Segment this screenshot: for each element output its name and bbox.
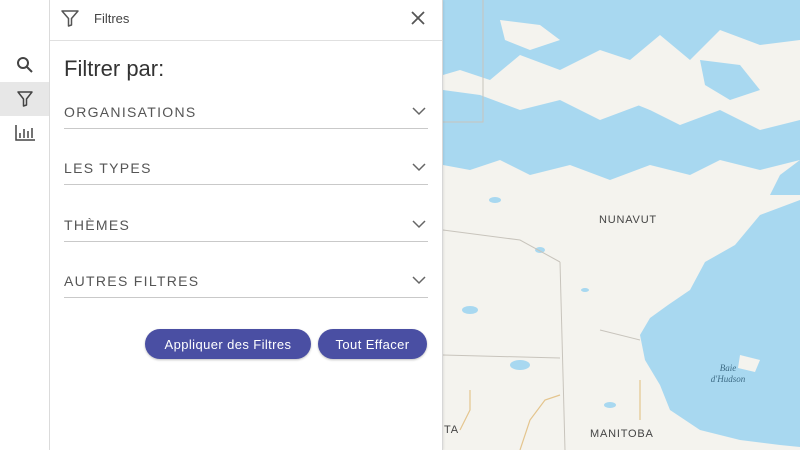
rail-chart-button[interactable] — [0, 116, 49, 150]
filter-heading: Filtrer par: — [64, 56, 165, 81]
map-label-manitoba: MANITOBA — [590, 428, 654, 440]
bar-chart-icon — [14, 125, 35, 141]
panel-title: Filtres — [94, 11, 130, 26]
search-icon — [16, 57, 33, 73]
chevron-down-icon — [412, 276, 426, 285]
accordion-label: THÈMES — [64, 217, 131, 233]
accordion-label: AUTRES FILTRES — [64, 273, 200, 289]
rail-search-button[interactable] — [0, 48, 49, 82]
rail-filter-button[interactable] — [0, 82, 49, 116]
accordion-label: LES TYPES — [64, 160, 152, 176]
filter-icon — [16, 91, 33, 107]
panel-header: Filtres — [50, 0, 442, 41]
accordion-themes[interactable]: THÈMES — [64, 211, 428, 242]
map-label-baie-line2: d'Hudson — [711, 374, 746, 384]
filter-panel: Filtres Filtrer par: ORGANISATIONS LES T… — [50, 0, 443, 450]
chevron-down-icon — [412, 163, 426, 172]
accordion-label: ORGANISATIONS — [64, 104, 197, 120]
accordion-autres-filtres[interactable]: AUTRES FILTRES — [64, 267, 428, 298]
accordion-organisations[interactable]: ORGANISATIONS — [64, 98, 428, 129]
map-label-ta: TA — [444, 424, 459, 436]
map-label-baie-line1: Baie — [720, 363, 737, 373]
apply-filters-button[interactable]: Appliquer des Filtres — [145, 329, 311, 359]
accordion-les-types[interactable]: LES TYPES — [64, 154, 428, 185]
filter-icon — [61, 10, 79, 27]
side-rail — [0, 0, 50, 450]
close-button[interactable] — [406, 6, 430, 30]
close-icon — [411, 11, 425, 25]
chevron-down-icon — [412, 220, 426, 229]
clear-all-button[interactable]: Tout Effacer — [318, 329, 427, 359]
chevron-down-icon — [412, 107, 426, 116]
map-label-nunavut: NUNAVUT — [599, 214, 657, 226]
